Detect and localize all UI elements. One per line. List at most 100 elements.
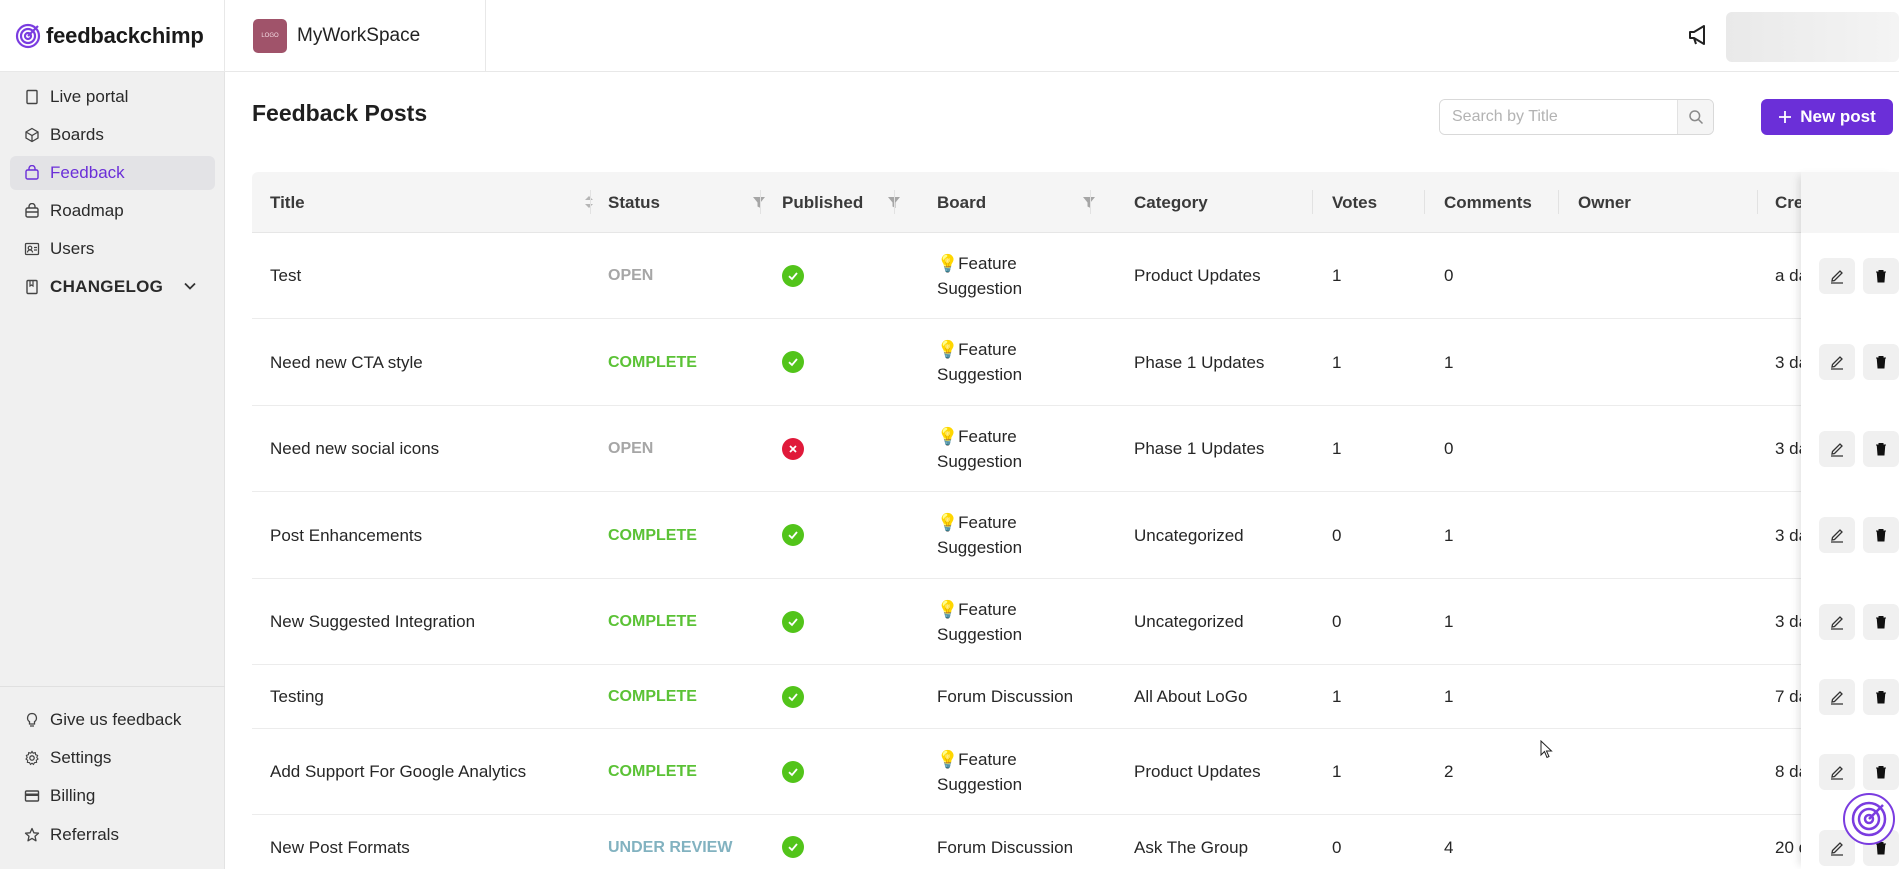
comments-count: 0 bbox=[1444, 266, 1454, 285]
sidebar-item-referrals[interactable]: Referrals bbox=[10, 818, 215, 852]
votes-count: 1 bbox=[1332, 762, 1342, 781]
table-row[interactable]: New Post Formats UNDER REVIEW Forum Disc… bbox=[252, 815, 1899, 869]
published-indicator bbox=[782, 815, 804, 869]
edit-button[interactable] bbox=[1819, 604, 1855, 640]
lightbulb-icon bbox=[26, 712, 38, 727]
sidebar: Live portal Boards Feedback Roadmap User… bbox=[0, 72, 225, 869]
table-row[interactable]: New Suggested Integration COMPLETE 💡Feat… bbox=[252, 579, 1899, 665]
board-name: Forum Discussion bbox=[937, 687, 1074, 706]
status-badge: OPEN bbox=[608, 440, 654, 457]
chevron-down-icon[interactable] bbox=[183, 279, 197, 293]
search-input[interactable] bbox=[1440, 100, 1677, 134]
filter-icon[interactable] bbox=[1082, 194, 1096, 210]
category-name: Phase 1 Updates bbox=[1134, 352, 1265, 372]
search-button[interactable] bbox=[1677, 100, 1713, 134]
sidebar-item-label: Billing bbox=[50, 786, 96, 805]
brand-logo[interactable]: feedbackchimp bbox=[0, 0, 225, 72]
sidebar-item-boards[interactable]: Boards bbox=[10, 118, 215, 152]
column-header-board[interactable]: Board bbox=[937, 172, 986, 233]
column-header-title[interactable]: Title bbox=[270, 172, 305, 233]
category-name: Uncategorized bbox=[1134, 612, 1244, 631]
trash-icon bbox=[1876, 270, 1886, 283]
feedback-widget-button[interactable] bbox=[1843, 793, 1895, 845]
table-row[interactable]: Test OPEN 💡Feature Suggestion Product Up… bbox=[252, 233, 1899, 319]
category-name: All About LoGo bbox=[1134, 687, 1248, 706]
user-profile-menu[interactable] bbox=[1726, 12, 1899, 62]
delete-button[interactable] bbox=[1863, 431, 1899, 467]
new-post-button[interactable]: New post bbox=[1761, 99, 1893, 135]
table-row[interactable]: Need new social icons OPEN 💡Feature Sugg… bbox=[252, 406, 1899, 492]
column-separator bbox=[894, 190, 895, 214]
sidebar-item-label: Give us feedback bbox=[50, 710, 182, 729]
star-icon bbox=[24, 827, 40, 842]
sidebar-item-users[interactable]: Users bbox=[10, 232, 215, 266]
sidebar-item-live-portal[interactable]: Live portal bbox=[10, 80, 215, 114]
sidebar-item-settings[interactable]: Settings bbox=[10, 741, 215, 775]
comments-count: 1 bbox=[1444, 612, 1454, 631]
votes-count: 1 bbox=[1332, 687, 1342, 706]
comments-count: 4 bbox=[1444, 837, 1454, 857]
board-name: 💡Feature Suggestion bbox=[937, 513, 1023, 557]
status-badge: COMPLETE bbox=[608, 763, 697, 780]
edit-button[interactable] bbox=[1819, 344, 1855, 380]
delete-button[interactable] bbox=[1863, 604, 1899, 640]
table-row[interactable]: Testing COMPLETE Forum Discussion All Ab… bbox=[252, 665, 1899, 729]
portal-icon bbox=[26, 89, 38, 105]
post-title[interactable]: Post Enhancements bbox=[270, 492, 422, 578]
column-separator bbox=[1424, 190, 1425, 214]
column-header-published[interactable]: Published bbox=[782, 172, 863, 233]
delete-button[interactable] bbox=[1863, 754, 1899, 790]
sidebar-item-roadmap[interactable]: Roadmap bbox=[10, 194, 215, 228]
edit-button[interactable] bbox=[1819, 754, 1855, 790]
sidebar-item-label: CHANGELOG bbox=[50, 277, 164, 296]
plus-icon bbox=[1779, 111, 1792, 123]
post-title[interactable]: New Post Formats bbox=[270, 815, 410, 869]
delete-button[interactable] bbox=[1863, 344, 1899, 380]
delete-button[interactable] bbox=[1863, 517, 1899, 553]
sidebar-item-billing[interactable]: Billing bbox=[10, 779, 215, 813]
table-row[interactable]: Add Support For Google Analytics COMPLET… bbox=[252, 729, 1899, 815]
column-separator bbox=[1090, 190, 1091, 214]
post-title[interactable]: Need new social icons bbox=[270, 406, 439, 491]
table-row[interactable]: Post Enhancements COMPLETE 💡Feature Sugg… bbox=[252, 492, 1899, 579]
sidebar-item-label: Live portal bbox=[50, 87, 129, 106]
sidebar-divider bbox=[0, 686, 225, 687]
megaphone-icon[interactable] bbox=[1686, 22, 1712, 48]
sidebar-item-feedback[interactable]: Feedback bbox=[10, 156, 215, 190]
post-title[interactable]: Test bbox=[270, 233, 301, 318]
votes-count: 0 bbox=[1332, 525, 1342, 545]
sidebar-item-label: Roadmap bbox=[50, 201, 124, 220]
post-title[interactable]: Need new CTA style bbox=[270, 319, 423, 405]
edit-button[interactable] bbox=[1819, 258, 1855, 294]
sort-icon[interactable] bbox=[582, 194, 596, 210]
category-name: Uncategorized bbox=[1134, 525, 1244, 545]
sidebar-item-give-feedback[interactable]: Give us feedback bbox=[10, 703, 215, 737]
post-title[interactable]: Testing bbox=[270, 665, 324, 728]
board-name: 💡Feature Suggestion bbox=[937, 599, 1023, 644]
table-row[interactable]: Need new CTA style COMPLETE 💡Feature Sug… bbox=[252, 319, 1899, 406]
column-separator bbox=[760, 190, 761, 214]
trash-icon bbox=[1876, 616, 1886, 629]
column-separator bbox=[1558, 190, 1559, 214]
check-circle-icon bbox=[782, 760, 804, 783]
post-title[interactable]: New Suggested Integration bbox=[270, 579, 475, 664]
actions-header bbox=[1801, 172, 1899, 233]
board-name: 💡Feature Suggestion bbox=[937, 426, 1023, 471]
workspace-switcher[interactable]: LOGO MyWorkSpace bbox=[225, 0, 486, 72]
column-header-status[interactable]: Status bbox=[608, 172, 660, 233]
sidebar-item-changelog[interactable]: CHANGELOG bbox=[10, 270, 215, 304]
delete-button[interactable] bbox=[1863, 679, 1899, 715]
users-icon bbox=[24, 242, 40, 256]
votes-count: 1 bbox=[1332, 439, 1342, 458]
edit-button[interactable] bbox=[1819, 431, 1855, 467]
pencil-icon bbox=[1831, 529, 1843, 543]
check-circle-icon bbox=[782, 524, 804, 546]
post-title[interactable]: Add Support For Google Analytics bbox=[270, 729, 526, 814]
edit-button[interactable] bbox=[1819, 679, 1855, 715]
delete-button[interactable] bbox=[1863, 258, 1899, 294]
mouse-cursor-icon bbox=[1540, 740, 1553, 759]
filter-icon[interactable] bbox=[752, 194, 766, 210]
edit-button[interactable] bbox=[1819, 517, 1855, 553]
published-indicator bbox=[782, 729, 804, 814]
brand-name: feedbackchimp bbox=[46, 23, 204, 48]
